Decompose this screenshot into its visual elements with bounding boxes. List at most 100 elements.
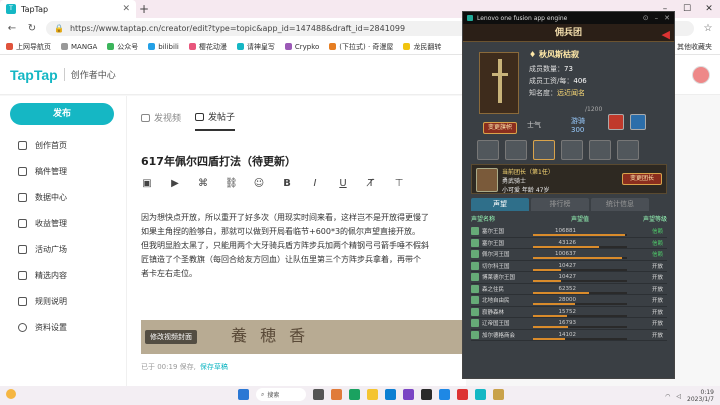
reputation-bar <box>533 337 627 340</box>
bookmark-item[interactable]: bilibili <box>148 43 179 51</box>
post-body[interactable]: 因为想快点开放，所以重开了好多次（用现实时间来看，这样岂不是开放得更慢了 如果主… <box>141 211 467 281</box>
bookmark-item[interactable]: 公众号 <box>107 42 138 52</box>
unit-slot[interactable] <box>477 140 499 160</box>
app-icon[interactable] <box>349 389 360 400</box>
edit-cover-button[interactable]: 修改视频封面 <box>145 330 197 344</box>
link-icon[interactable]: ⛓ <box>225 178 238 189</box>
sidebar-item-profile[interactable]: 资料设置 <box>18 322 67 333</box>
task-view-icon[interactable] <box>313 389 324 400</box>
unit-slot[interactable] <box>505 140 527 160</box>
sidebar-item-data[interactable]: 数据中心 <box>18 192 67 203</box>
browser-tab[interactable]: T TapTap ✕ <box>0 0 136 18</box>
avatar[interactable] <box>692 66 710 84</box>
post-icon <box>195 112 205 121</box>
change-leader-button[interactable]: 变更团长 <box>622 173 662 185</box>
gamepad-icon[interactable]: ⌘ <box>197 178 209 189</box>
minimize-icon[interactable]: – <box>655 14 659 22</box>
reputation-bar <box>533 291 627 294</box>
tab-ranking[interactable]: 排行榜 <box>531 198 589 211</box>
change-flag-button[interactable]: 变更旗帜 <box>483 122 517 134</box>
save-status: 已于 00:19 保存, 保存草稿 <box>141 362 228 372</box>
app-icon[interactable] <box>421 389 432 400</box>
tab-reputation[interactable]: 声望 <box>471 198 529 211</box>
app-icon[interactable] <box>403 389 414 400</box>
edge-icon[interactable] <box>385 389 396 400</box>
new-tab-button[interactable]: + <box>136 2 152 16</box>
tab-video[interactable]: 发视频 <box>141 110 181 131</box>
taptap-logo[interactable]: TapTap <box>10 67 58 83</box>
table-row: 塞尔王国 106881 信赖 <box>471 226 667 238</box>
unit-slot[interactable] <box>533 140 555 160</box>
back-icon[interactable]: ← <box>6 23 18 34</box>
maximize-icon[interactable]: ☐ <box>676 0 698 18</box>
game-tabs: 声望 排行榜 统计信息 <box>471 198 649 211</box>
publish-button[interactable]: 发布 <box>10 103 114 125</box>
unit-slot[interactable] <box>561 140 583 160</box>
taptap-icon[interactable] <box>475 389 486 400</box>
reputation-bar-fill <box>533 314 567 317</box>
bookmark-item[interactable]: 龙民翻转 <box>403 42 441 52</box>
editor-toolbar: ▣ ▶ ⌘ ⛓ ☺ B I U T̸ ⊤ <box>141 178 405 189</box>
close-icon[interactable]: ✕ <box>664 14 670 22</box>
sidebar-item-home[interactable]: 创作首页 <box>18 140 67 151</box>
tab-statistics[interactable]: 统计信息 <box>591 198 649 211</box>
close-tab-icon[interactable]: ✕ <box>122 4 130 14</box>
lock-icon: 🔒 <box>54 24 64 33</box>
underline-icon[interactable]: U <box>337 178 349 189</box>
video-cover[interactable]: 養 穂 香 修改视频封面 <box>141 320 467 354</box>
app-icon[interactable] <box>457 389 468 400</box>
close-window-icon[interactable]: ✕ <box>698 0 720 18</box>
vscode-icon[interactable] <box>439 389 450 400</box>
reputation-bar <box>533 245 627 248</box>
sidebar-item-manuscripts[interactable]: 稿件管理 <box>18 166 67 177</box>
sidebar-item-events[interactable]: 活动广场 <box>18 244 67 255</box>
image-icon[interactable]: ▣ <box>141 178 153 189</box>
emoji-icon[interactable]: ☺ <box>253 178 265 189</box>
sidebar-item-rules[interactable]: 规则说明 <box>18 296 67 307</box>
volume-icon[interactable]: ◁ <box>676 393 681 400</box>
reputation-bar-fill <box>533 337 565 340</box>
bookmark-item[interactable]: 上网导航页 <box>6 42 51 52</box>
sidebar-item-earnings[interactable]: 收益管理 <box>18 218 67 229</box>
bold-icon[interactable]: B <box>281 178 293 189</box>
bookmark-item[interactable]: 樱花动漫 <box>188 42 227 52</box>
sidebar: 发布 创作首页 稿件管理 数据中心 收益管理 活动广场 精选内容 规则说明 资料… <box>0 96 126 386</box>
italic-icon[interactable]: I <box>309 178 321 189</box>
other-bookmarks[interactable]: 其他收藏夹 <box>677 42 712 52</box>
back-arrow-icon[interactable]: ◀ <box>662 26 670 44</box>
post-title[interactable]: 617年佩尔四盾打法（待更新） <box>141 153 296 169</box>
tab-post[interactable]: 发帖子 <box>195 110 236 131</box>
taskbar-search[interactable]: ⌕ 搜索 <box>256 388 306 401</box>
save-draft-link[interactable]: 保存草稿 <box>200 362 228 372</box>
app-icon[interactable] <box>331 389 342 400</box>
clear-format-icon[interactable]: T̸ <box>365 178 377 189</box>
favorites-icon[interactable]: ☆ <box>702 23 714 34</box>
game-icon[interactable] <box>493 389 504 400</box>
reputation-bar <box>533 268 627 271</box>
start-icon[interactable] <box>238 389 249 400</box>
reputation-level: 开放 <box>651 332 663 339</box>
bookmark-item[interactable]: MANGA <box>61 43 97 51</box>
bookmark-icon <box>236 43 244 50</box>
unit-slot[interactable] <box>589 140 611 160</box>
refresh-icon[interactable]: ↻ <box>26 23 38 34</box>
paragraph: 但我明显脸太黑了，只能用两个大牙骑兵盾方阵步兵加两个精钢弓弓箭手唾不假斜 <box>141 241 429 250</box>
sidebar-item-featured[interactable]: 精选内容 <box>18 270 67 281</box>
clock[interactable]: 0:19 2023/1/7 <box>687 389 714 403</box>
weather-widget[interactable] <box>6 389 16 399</box>
bookmark-item[interactable]: (下拉式) · 奇漫屋 <box>329 42 393 52</box>
pin-icon[interactable]: ⊙ <box>643 14 649 22</box>
bookmark-item[interactable]: 请神皇写 <box>236 42 275 52</box>
reputation-level: 信赖 <box>651 252 663 258</box>
text-style-icon[interactable]: ⊤ <box>393 178 405 189</box>
troop-info: 游骑 300 <box>571 117 585 134</box>
bookmark-icon <box>61 43 68 50</box>
bookmark-icon <box>148 43 156 50</box>
wifi-icon[interactable]: ◠ <box>665 393 670 400</box>
unit-slot[interactable] <box>617 140 639 160</box>
video-insert-icon[interactable]: ▶ <box>169 178 181 189</box>
reputation-level: 信赖 <box>651 240 663 247</box>
reputation-bar <box>533 314 627 317</box>
folder-icon[interactable] <box>367 389 378 400</box>
bookmark-item[interactable]: Crypko <box>284 43 319 51</box>
